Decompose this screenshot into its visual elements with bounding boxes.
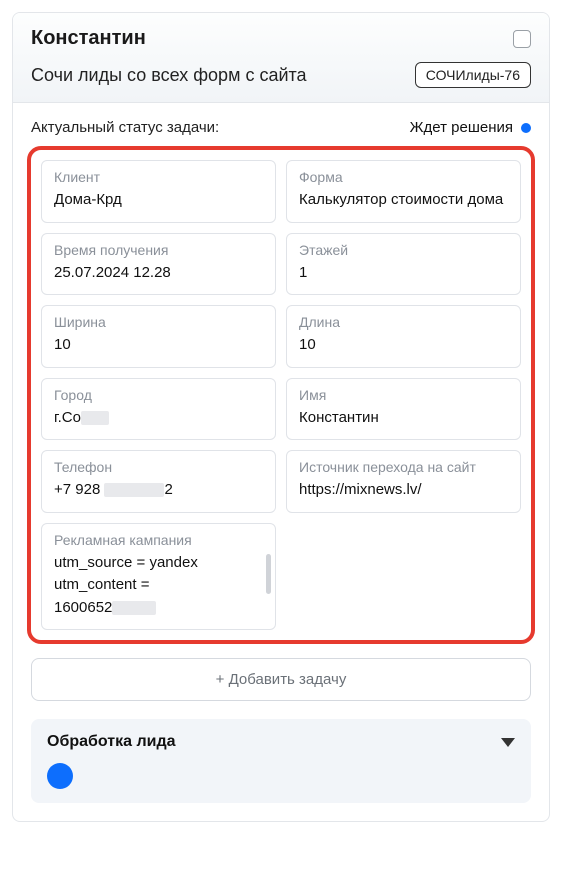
field-value: 10 [54, 334, 263, 357]
chevron-down-icon [501, 738, 515, 747]
lead-card: Константин Сочи лиды со всех форм с сайт… [12, 12, 550, 822]
field-label: Клиент [54, 169, 263, 185]
field-label: Город [54, 387, 263, 403]
scrollbar-thumb[interactable] [266, 554, 271, 594]
field-referrer[interactable]: Источник перехода на сайт https://mixnew… [286, 450, 521, 513]
field-value: https://mixnews.lv/ [299, 479, 508, 502]
redacted-segment [112, 601, 156, 615]
card-header: Константин Сочи лиды со всех форм с сайт… [13, 13, 549, 103]
redacted-segment [81, 411, 109, 425]
field-client[interactable]: Клиент Дома-Крд [41, 160, 276, 223]
field-form[interactable]: Форма Калькулятор стоимости дома [286, 160, 521, 223]
status-dot-icon [521, 123, 531, 133]
field-city[interactable]: Город г.Со [41, 378, 276, 441]
add-task-button[interactable]: + Добавить задачу [31, 658, 531, 701]
section-lead-processing[interactable]: Обработка лида [31, 719, 531, 803]
section-title: Обработка лида [47, 733, 176, 751]
select-checkbox[interactable] [513, 30, 531, 48]
field-name[interactable]: Имя Константин [286, 378, 521, 441]
field-length[interactable]: Длина 10 [286, 305, 521, 368]
fields-highlight-box: Клиент Дома-Крд Время получения 25.07.20… [27, 146, 535, 644]
field-value: г.Со [54, 407, 263, 430]
field-phone[interactable]: Телефон +7 928 2 [41, 450, 276, 513]
field-value: Константин [299, 407, 508, 430]
status-value: Ждет решения [410, 119, 531, 136]
field-floors[interactable]: Этажей 1 [286, 233, 521, 296]
field-label: Ширина [54, 314, 263, 330]
status-label: Актуальный статус задачи: [31, 119, 219, 136]
redacted-segment [104, 483, 164, 497]
field-ad-campaign[interactable]: Рекламная кампания utm_source = yandex u… [41, 523, 276, 631]
field-label: Время получения [54, 242, 263, 258]
field-value: +7 928 2 [54, 479, 263, 502]
field-value: 10 [299, 334, 508, 357]
status-row: Актуальный статус задачи: Ждет решения [13, 103, 549, 146]
status-text: Ждет решения [410, 119, 513, 136]
field-label: Источник перехода на сайт [299, 459, 508, 475]
field-value: Дома-Крд [54, 189, 263, 212]
lead-title: Константин [31, 27, 146, 50]
field-value: 1 [299, 262, 508, 285]
lead-tag[interactable]: СОЧИлиды-76 [415, 62, 531, 88]
lead-subtitle: Сочи лиды со всех форм с сайта [31, 65, 307, 86]
status-big-dot-icon[interactable] [47, 763, 73, 789]
field-label: Этажей [299, 242, 508, 258]
fields-left-column: Клиент Дома-Крд Время получения 25.07.20… [41, 160, 276, 630]
add-task-wrapper: + Добавить задачу [31, 658, 531, 701]
field-label: Телефон [54, 459, 263, 475]
field-width[interactable]: Ширина 10 [41, 305, 276, 368]
field-label: Имя [299, 387, 508, 403]
field-label: Рекламная кампания [54, 532, 263, 548]
fields-right-column: Форма Калькулятор стоимости дома Этажей … [286, 160, 521, 513]
field-label: Длина [299, 314, 508, 330]
field-value: Калькулятор стоимости дома [299, 189, 508, 212]
field-value: utm_source = yandex utm_content = 160065… [54, 552, 263, 620]
field-received-time[interactable]: Время получения 25.07.2024 12.28 [41, 233, 276, 296]
field-value: 25.07.2024 12.28 [54, 262, 263, 285]
field-label: Форма [299, 169, 508, 185]
